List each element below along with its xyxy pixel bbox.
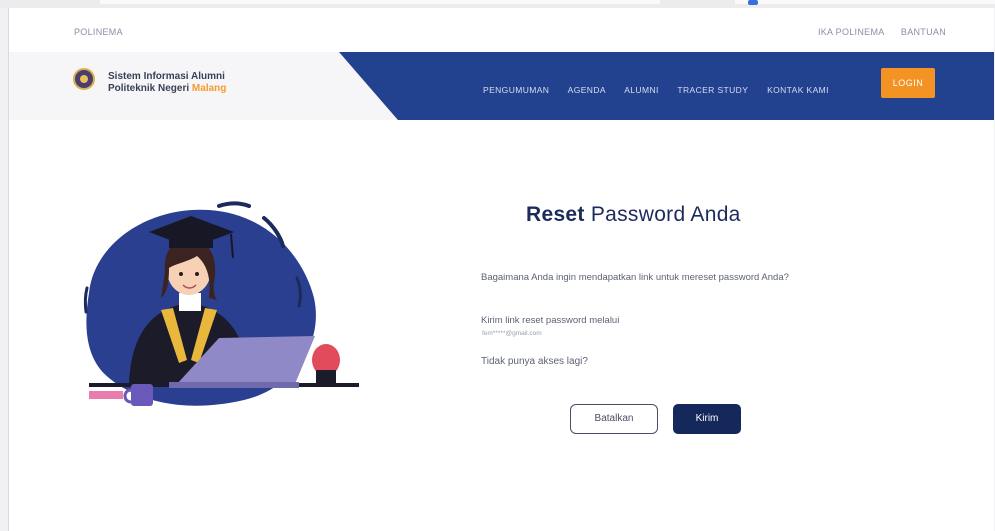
site-name-line2-prefix: Politeknik Negeri bbox=[108, 83, 192, 94]
send-via-text: Kirim link reset password melalui bbox=[481, 315, 620, 326]
main-header: Sistem Informasi Alumni Politeknik Neger… bbox=[9, 52, 994, 120]
collar bbox=[179, 293, 201, 311]
site-name-accent: Malang bbox=[191, 83, 227, 94]
no-access-link[interactable]: Tidak punya akses lagi? bbox=[481, 356, 588, 367]
reset-question: Bagaimana Anda ingin mendapatkan link un… bbox=[481, 272, 789, 283]
site-name[interactable]: Sistem Informasi Alumni Politeknik Neger… bbox=[108, 71, 226, 95]
browser-chrome bbox=[0, 0, 995, 8]
top-link-help[interactable]: BANTUAN bbox=[901, 27, 946, 37]
laptop-base bbox=[169, 382, 299, 388]
cancel-button[interactable]: Batalkan bbox=[570, 404, 658, 434]
graduate-illustration bbox=[83, 201, 359, 406]
nav-item-tracer-study[interactable]: TRACER STUDY bbox=[677, 85, 748, 95]
eye-right bbox=[195, 272, 199, 276]
nav-item-agenda[interactable]: AGENDA bbox=[568, 85, 606, 95]
nav-item-pengumuman[interactable]: PENGUMUMAN bbox=[483, 85, 549, 95]
cap-base bbox=[169, 234, 213, 248]
top-brand[interactable]: POLINEMA bbox=[74, 27, 123, 37]
masked-email: fem*****@gmail.com bbox=[482, 330, 542, 337]
deco-arc-left bbox=[83, 286, 89, 314]
cactus-pot bbox=[316, 370, 336, 384]
title-bold: Reset bbox=[526, 203, 585, 226]
mug bbox=[131, 384, 153, 406]
nav-item-kontak-kami[interactable]: KONTAK KAMI bbox=[767, 85, 829, 95]
site-name-line2: Politeknik Negeri Malang bbox=[108, 83, 226, 95]
page-title: Reset Password Anda bbox=[526, 203, 741, 227]
deco-arc-top bbox=[217, 201, 251, 208]
nav-item-alumni[interactable]: ALUMNI bbox=[624, 85, 659, 95]
site-name-line1: Sistem Informasi Alumni bbox=[108, 71, 225, 82]
top-link-ika[interactable]: IKA POLINEMA bbox=[818, 27, 884, 37]
login-button[interactable]: LOGIN bbox=[881, 68, 935, 98]
mug-handle bbox=[123, 388, 132, 404]
browser-tab-strip bbox=[100, 0, 660, 4]
polinema-logo-icon[interactable] bbox=[73, 68, 95, 90]
browser-indicator bbox=[748, 0, 758, 5]
main-nav: PENGUMUMAN AGENDA ALUMNI TRACER STUDY KO… bbox=[483, 85, 845, 95]
browser-tab-strip-right bbox=[735, 0, 995, 4]
top-bar: POLINEMA IKA POLINEMA BANTUAN bbox=[9, 8, 994, 52]
page: POLINEMA IKA POLINEMA BANTUAN Sistem Inf… bbox=[8, 8, 994, 531]
title-rest: Password Anda bbox=[584, 203, 741, 226]
book bbox=[89, 391, 123, 399]
top-links: IKA POLINEMA BANTUAN bbox=[804, 27, 946, 37]
eye-left bbox=[179, 272, 183, 276]
send-button[interactable]: Kirim bbox=[673, 404, 741, 434]
